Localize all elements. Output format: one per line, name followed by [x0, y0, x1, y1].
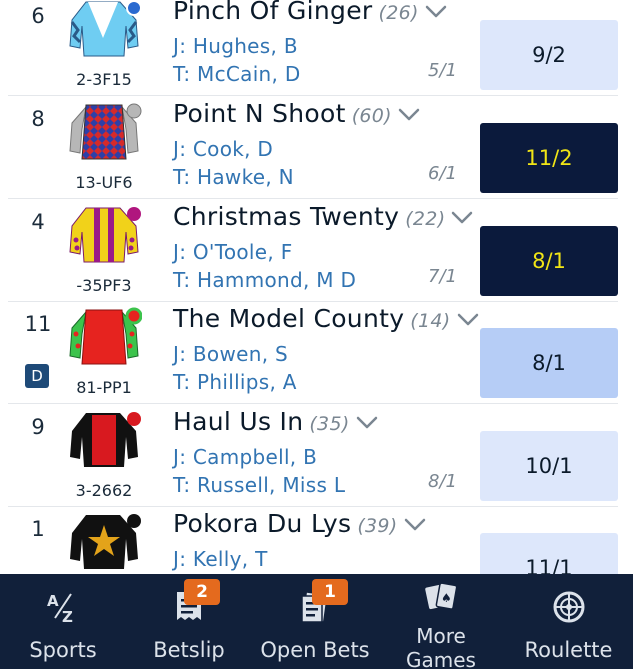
- bottom-nav-bar: A Z Sports 2 Betslip 1 Open Bets ♠ More Games Rou…: [0, 574, 633, 669]
- cards-icon: ♠: [423, 580, 459, 614]
- jockey-silk-icon: [66, 99, 142, 163]
- days-since-run: (22): [405, 208, 446, 230]
- horse-name-text: Christmas Twenty: [173, 202, 400, 231]
- nav-tab-open-bets[interactable]: 1 Open Bets: [252, 574, 378, 669]
- horse-name-text: The Model County: [173, 304, 405, 333]
- odds-button[interactable]: 11/1: [480, 533, 618, 574]
- horse-name-text: Pokora Du Lys: [173, 509, 352, 538]
- nav-label: Open Bets: [260, 638, 370, 662]
- runner-row[interactable]: 1 Pokora Du Lys (39) J: Kelly, T 11/1: [8, 507, 618, 574]
- chevron-down-icon[interactable]: [425, 5, 447, 19]
- jockey-silk-icon: [66, 202, 142, 266]
- runner-number: 9: [31, 415, 45, 439]
- days-since-run: (60): [351, 105, 392, 127]
- days-since-run: (35): [309, 413, 350, 435]
- trainer-name: T: McCain, D: [173, 62, 301, 86]
- trainer-name: T: Phillips, A: [173, 370, 297, 394]
- jockey-silk-icon: [66, 304, 142, 368]
- horse-name[interactable]: Pokora Du Lys (39): [173, 509, 426, 538]
- trainer-name: T: Hawke, N: [173, 165, 294, 189]
- runner-number: 6: [31, 4, 45, 28]
- days-since-run: (39): [357, 515, 398, 537]
- horse-name[interactable]: Pinch Of Ginger (26): [173, 0, 447, 25]
- horse-name[interactable]: The Model County (14): [173, 304, 479, 333]
- roulette-icon: [551, 590, 587, 624]
- days-since-run: (26): [378, 2, 419, 24]
- runner-number: 11: [24, 312, 52, 336]
- forecast-odds: 7/1: [428, 266, 457, 287]
- nav-tab-more-games[interactable]: ♠ More Games: [378, 574, 504, 669]
- odds-button[interactable]: 8/1: [480, 328, 618, 398]
- chevron-down-icon[interactable]: [404, 518, 426, 532]
- nav-tab-sports[interactable]: A Z Sports: [0, 574, 126, 669]
- svg-text:A: A: [47, 592, 59, 610]
- horse-name[interactable]: Christmas Twenty (22): [173, 202, 473, 231]
- runner-row[interactable]: 6 2-3F15 Pinch Of Ginger (26) J: Hughes, B T:…: [8, 0, 618, 96]
- horse-name-text: Pinch Of Ginger: [173, 0, 373, 25]
- nav-tab-betslip[interactable]: 2 Betslip: [126, 574, 252, 669]
- runner-row[interactable]: 11 D 81-PP1 The Model County (14) J: Bowen, S…: [8, 302, 618, 404]
- chevron-down-icon[interactable]: [398, 108, 420, 122]
- jockey-silk-icon: [66, 509, 142, 573]
- odds-button[interactable]: 9/2: [480, 20, 618, 90]
- forecast-odds: 8/1: [428, 471, 457, 492]
- az-sort-icon: AZ: [45, 590, 81, 624]
- days-since-run: (14): [410, 310, 451, 332]
- runner-number: 1: [31, 517, 45, 541]
- nav-label: Roulette: [524, 638, 613, 662]
- horse-name[interactable]: Haul Us In (35): [173, 407, 378, 436]
- odds-button[interactable]: 11/2: [480, 123, 618, 193]
- runner-form: -35PF3: [76, 276, 132, 295]
- nav-count-badge: 1: [312, 579, 348, 605]
- racecard-runner-list[interactable]: 6 2-3F15 Pinch Of Ginger (26) J: Hughes, B T:…: [0, 0, 633, 574]
- runner-form: 3-2662: [75, 481, 133, 500]
- trainer-name: T: Russell, Miss L: [173, 473, 346, 497]
- chevron-down-icon[interactable]: [451, 211, 473, 225]
- horse-name[interactable]: Point N Shoot (60): [173, 99, 420, 128]
- nav-tab-roulette[interactable]: Roulette: [504, 574, 633, 669]
- runner-form: 13-UF6: [75, 173, 133, 192]
- odds-button[interactable]: 10/1: [480, 431, 618, 501]
- jockey-silk-icon: [66, 407, 142, 471]
- trainer-name: T: Hammond, M D: [173, 268, 357, 292]
- nav-label: Sports: [29, 638, 97, 662]
- forecast-odds: 6/1: [428, 163, 457, 184]
- jockey-name: J: Campbell, B: [173, 445, 318, 469]
- jockey-name: J: Cook, D: [173, 137, 274, 161]
- runner-number: 8: [31, 107, 45, 131]
- runner-number: 4: [31, 210, 45, 234]
- jockey-name: J: Hughes, B: [173, 34, 298, 58]
- horse-name-text: Haul Us In: [173, 407, 304, 436]
- jockey-name: J: Kelly, T: [173, 547, 268, 571]
- runner-row[interactable]: 8 13-UF6 Point N Shoot (60) J: Cook, D T: Haw…: [8, 97, 618, 199]
- forecast-odds: 5/1: [428, 60, 457, 81]
- runner-form: 2-3F15: [76, 70, 132, 89]
- jockey-name: J: O'Toole, F: [173, 240, 293, 264]
- chevron-down-icon[interactable]: [356, 416, 378, 430]
- runner-row[interactable]: 4 -35PF3 Christmas Twenty (22) J: O'Toole, F…: [8, 200, 618, 302]
- distance-winner-badge: D: [25, 364, 49, 388]
- chevron-down-icon[interactable]: [457, 313, 479, 327]
- jockey-silk-icon: [66, 0, 142, 60]
- nav-label: Betslip: [153, 638, 225, 662]
- runner-form: 81-PP1: [76, 378, 132, 397]
- svg-text:Z: Z: [62, 608, 73, 624]
- nav-count-badge: 2: [184, 579, 220, 605]
- svg-text:♠: ♠: [441, 591, 452, 605]
- runner-row[interactable]: 9 3-2662 Haul Us In (35) J: Campbell, B T: Ru…: [8, 405, 618, 507]
- horse-name-text: Point N Shoot: [173, 99, 346, 128]
- odds-button[interactable]: 8/1: [480, 226, 618, 296]
- nav-label: More Games: [406, 624, 476, 669]
- jockey-name: J: Bowen, S: [173, 342, 288, 366]
